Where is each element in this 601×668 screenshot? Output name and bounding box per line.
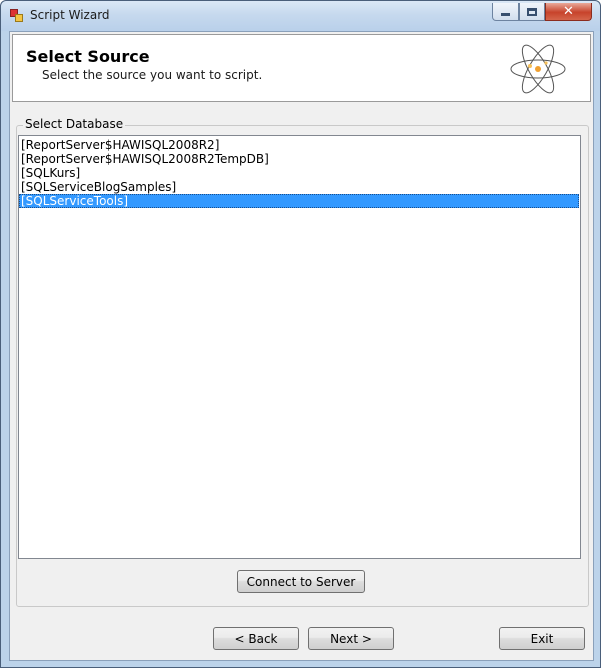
exit-button[interactable]: Exit: [499, 627, 585, 650]
maximize-button[interactable]: [519, 3, 545, 21]
page-title: Select Source: [26, 47, 150, 66]
list-item[interactable]: [SQLServiceBlogSamples]: [19, 180, 579, 194]
atom-icon: [510, 44, 566, 94]
list-item-selected[interactable]: [SQLServiceTools]: [19, 194, 579, 208]
wizard-client-area: Select Source Select the source you want…: [9, 31, 594, 661]
title-bar[interactable]: Script Wizard ✕: [1, 1, 600, 31]
minimize-button[interactable]: [492, 3, 519, 21]
list-item[interactable]: [SQLKurs]: [19, 166, 579, 180]
minimize-icon: [501, 12, 510, 16]
script-wizard-window: Script Wizard ✕ Select Source Select the…: [0, 0, 601, 668]
next-button[interactable]: Next >: [308, 627, 394, 650]
maximize-icon: [527, 7, 537, 16]
page-subtitle: Select the source you want to script.: [42, 68, 263, 82]
list-item[interactable]: [ReportServer$HAWISQL2008R2TempDB]: [19, 152, 579, 166]
database-listbox[interactable]: [ReportServer$HAWISQL2008R2] [ReportServ…: [18, 135, 581, 559]
window-title: Script Wizard: [30, 8, 110, 22]
select-database-label: Select Database: [23, 117, 126, 131]
wizard-header: Select Source Select the source you want…: [12, 34, 591, 102]
close-icon: ✕: [563, 4, 574, 19]
close-button[interactable]: ✕: [545, 3, 592, 21]
app-icon: [10, 9, 24, 23]
connect-to-server-button[interactable]: Connect to Server: [237, 570, 365, 593]
list-item[interactable]: [ReportServer$HAWISQL2008R2]: [19, 138, 579, 152]
back-button[interactable]: < Back: [213, 627, 299, 650]
